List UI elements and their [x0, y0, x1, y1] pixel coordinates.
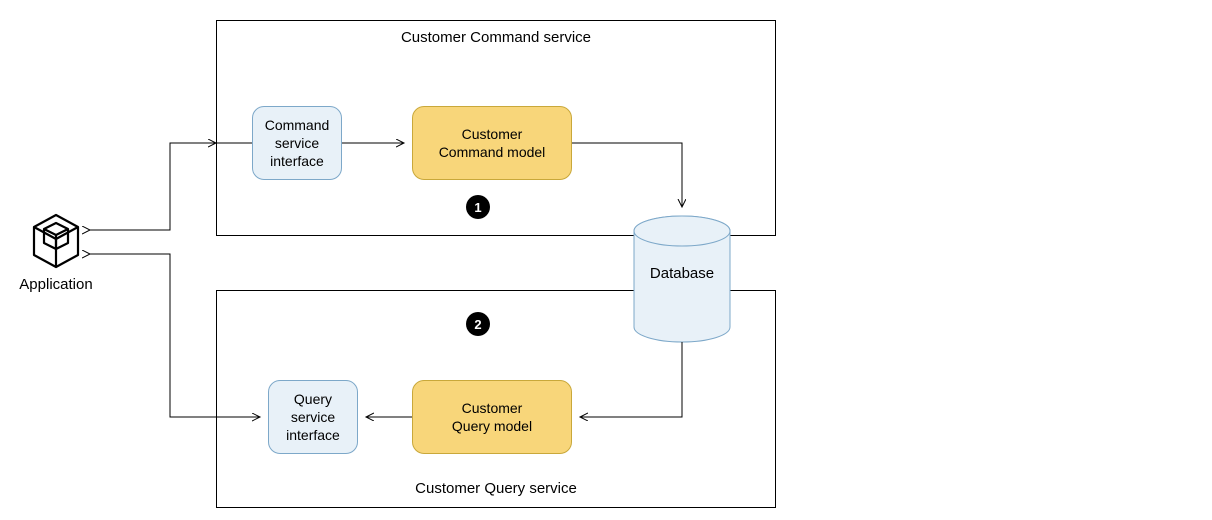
command-interface-line3: interface [265, 152, 330, 170]
command-service-title: Customer Command service [217, 29, 775, 46]
database-label: Database [632, 265, 732, 282]
marker-2: 2 [466, 312, 490, 336]
application-icon [30, 213, 82, 274]
query-interface-line2: service [286, 408, 340, 426]
command-interface-line1: Command [265, 116, 330, 134]
query-service-title: Customer Query service [217, 480, 775, 497]
command-interface-line2: service [265, 134, 330, 152]
query-interface-node: Query service interface [268, 380, 358, 454]
application-label: Application [16, 276, 96, 293]
command-model-node: Customer Command model [412, 106, 572, 180]
command-interface-node: Command service interface [252, 106, 342, 180]
query-interface-line3: interface [286, 426, 340, 444]
command-model-line2: Command model [439, 143, 546, 161]
query-model-node: Customer Query model [412, 380, 572, 454]
query-interface-line1: Query [286, 390, 340, 408]
query-model-line1: Customer [452, 399, 532, 417]
marker-1: 1 [466, 195, 490, 219]
command-model-line1: Customer [439, 125, 546, 143]
query-model-line2: Query model [452, 417, 532, 435]
